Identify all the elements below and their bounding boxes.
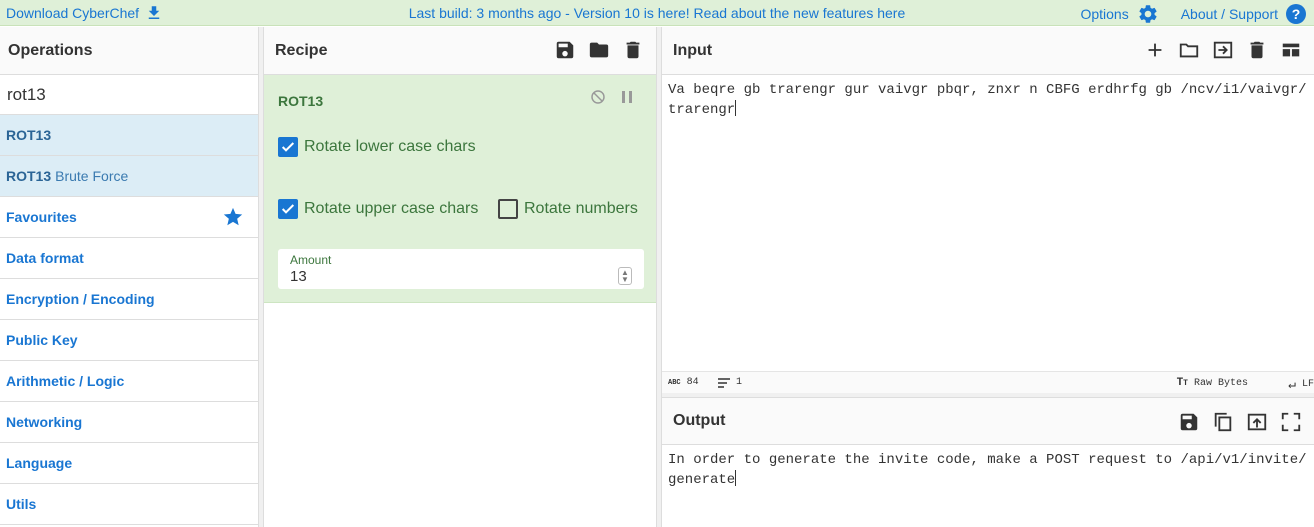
download-label[interactable]: Download CyberChef	[6, 5, 139, 21]
search-input[interactable]	[7, 84, 251, 105]
text-encoding-icon[interactable]: TT	[1177, 377, 1188, 389]
input-lines-stat: 1	[718, 377, 742, 388]
amount-field[interactable]: Amount 13 ▲ ▼	[278, 249, 644, 289]
recipe-panel: Recipe ROT13 Rotate lower case chars Rot…	[263, 27, 657, 527]
input-encoding-selector[interactable]: TT Raw Bytes	[1177, 377, 1248, 389]
help-icon[interactable]: ?	[1286, 4, 1306, 24]
disable-operation-icon[interactable]	[590, 89, 606, 105]
rotate-numbers-checkbox[interactable]: Rotate numbers	[498, 199, 638, 219]
category-data-format[interactable]: Data format	[0, 238, 258, 279]
star-icon	[223, 207, 243, 226]
top-banner: Download CyberChef Last build: 3 months …	[0, 0, 1314, 26]
recipe-operation-rot13[interactable]: ROT13 Rotate lower case chars Rotate upp…	[264, 75, 656, 303]
rotate-upper-checkbox[interactable]: Rotate upper case chars	[278, 199, 478, 219]
operations-panel: Operations ROT13 ROT13Brute Force Favour…	[0, 27, 259, 527]
input-title: Input	[662, 27, 1314, 75]
maximise-output-icon[interactable]	[1280, 411, 1302, 433]
load-recipe-folder-icon[interactable]	[588, 39, 610, 61]
length-abc-icon: ABC	[668, 378, 681, 387]
amount-label: Amount	[290, 253, 332, 267]
replace-input-with-output-icon[interactable]	[1246, 411, 1268, 433]
about-support-label[interactable]: About / Support	[1181, 6, 1278, 22]
text-cursor	[735, 470, 737, 486]
recipe-title: Recipe	[264, 27, 656, 75]
pause-icon[interactable]	[620, 89, 634, 105]
clear-input-trash-icon[interactable]	[1246, 39, 1268, 61]
gear-icon[interactable]	[1137, 3, 1159, 25]
build-notice-link[interactable]: Last build: 3 months ago - Version 10 is…	[409, 5, 906, 21]
checkbox-checked-icon[interactable]	[278, 137, 298, 157]
category-utils[interactable]: Utils	[0, 484, 258, 525]
checkbox-checked-icon[interactable]	[278, 199, 298, 219]
save-recipe-icon[interactable]	[554, 39, 576, 61]
amount-value[interactable]: 13	[290, 268, 307, 285]
add-tab-icon[interactable]	[1144, 39, 1166, 61]
text-cursor	[735, 100, 737, 116]
download-icon[interactable]	[145, 4, 163, 22]
lines-icon	[718, 377, 730, 388]
category-networking[interactable]: Networking	[0, 402, 258, 443]
input-textarea[interactable]: Va beqre gb trarengr gur vaivgr pbqr, zn…	[662, 75, 1314, 371]
input-eol-selector[interactable]: ↵ LF	[1288, 377, 1314, 392]
clear-recipe-trash-icon[interactable]	[622, 39, 644, 61]
download-cyberchef-link[interactable]: Download CyberChef	[6, 4, 163, 22]
operation-result-rot13[interactable]: ROT13	[0, 115, 258, 156]
operations-title: Operations	[0, 27, 258, 75]
open-file-folder-icon[interactable]	[1178, 39, 1200, 61]
category-encryption-encoding[interactable]: Encryption / Encoding	[0, 279, 258, 320]
io-panel: Input Va beqre gb trarengr gur vaivgr pb…	[661, 27, 1314, 527]
category-arithmetic-logic[interactable]: Arithmetic / Logic	[0, 361, 258, 402]
operations-search[interactable]	[0, 75, 258, 115]
output-text[interactable]: In order to generate the invite code, ma…	[662, 445, 1314, 527]
output-title: Output	[662, 397, 1314, 445]
operation-result-rot13-brute-force[interactable]: ROT13 Brute Force	[0, 156, 258, 197]
copy-output-icon[interactable]	[1212, 411, 1234, 433]
category-language[interactable]: Language	[0, 443, 258, 484]
category-public-key[interactable]: Public Key	[0, 320, 258, 361]
amount-stepper[interactable]: ▲ ▼	[618, 267, 632, 285]
input-length-stat: ABC 84	[668, 377, 699, 388]
options-label[interactable]: Options	[1080, 6, 1128, 22]
recipe-op-title: ROT13	[278, 93, 324, 109]
open-folder-input-icon[interactable]	[1212, 39, 1234, 61]
rotate-lower-checkbox[interactable]: Rotate lower case chars	[278, 137, 476, 157]
save-output-icon[interactable]	[1178, 411, 1200, 433]
category-favourites[interactable]: Favourites	[0, 197, 258, 238]
reset-layout-icon[interactable]	[1280, 39, 1302, 61]
return-arrow-icon[interactable]: ↵	[1288, 377, 1296, 392]
input-status-bar: ABC 84 1 TT Raw Bytes ↵ LF	[662, 371, 1314, 393]
checkbox-unchecked-icon[interactable]	[498, 199, 518, 219]
